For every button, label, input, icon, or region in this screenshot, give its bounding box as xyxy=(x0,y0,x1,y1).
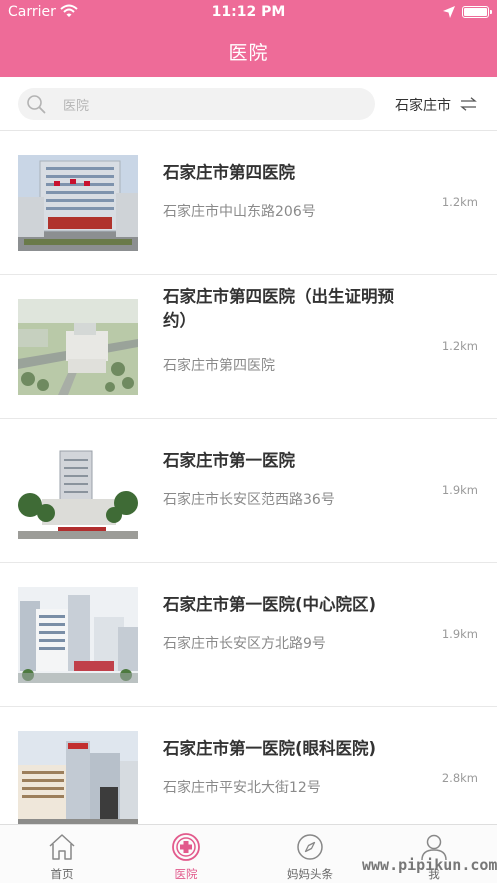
tab-hospital[interactable]: 医院 xyxy=(124,825,248,883)
hospital-name: 石家庄市第一医院(眼科医院) xyxy=(163,739,377,758)
hospital-row[interactable]: 石家庄市第四医院（出生证明预约） 石家庄市第四医院 1.2km xyxy=(0,275,497,419)
hospital-name: 石家庄市第一医院 xyxy=(163,451,295,470)
hospital-address: 石家庄市第四医院 xyxy=(163,358,275,374)
hospital-row[interactable]: 石家庄市第一医院 石家庄市长安区范西路36号 1.9km xyxy=(0,419,497,563)
watermark-text: www.pipikun.com xyxy=(362,856,497,874)
hospital-distance: 1.2km xyxy=(441,339,478,353)
hospital-distance: 2.8km xyxy=(441,771,478,785)
hospital-cross-icon xyxy=(172,833,200,861)
city-selector[interactable]: 石家庄市 xyxy=(395,95,451,115)
tab-label: 医院 xyxy=(174,867,198,881)
tab-mama-headlines[interactable]: 妈妈头条 xyxy=(248,825,372,883)
search-input[interactable]: 医院 xyxy=(18,88,375,120)
hospital-row[interactable]: 石家庄市第四医院 石家庄市中山东路206号 1.2km xyxy=(0,131,497,275)
tab-label: 首页 xyxy=(50,867,74,881)
swap-arrows-icon[interactable] xyxy=(460,97,477,111)
hospital-photo xyxy=(18,587,138,683)
hospital-photo xyxy=(18,155,138,251)
search-icon xyxy=(27,95,46,114)
tab-me[interactable]: 我 xyxy=(372,825,496,883)
hospital-address: 石家庄市长安区范西路36号 xyxy=(163,492,335,508)
status-bar: Carrier 11:12 PM xyxy=(0,0,497,26)
top-header: Carrier 11:12 PM 医院 xyxy=(0,0,497,77)
hospital-distance: 1.9km xyxy=(441,483,478,497)
hospital-photo xyxy=(18,731,138,827)
bottom-tab-bar: 首页 医院 妈妈头条 我 xyxy=(0,824,497,883)
location-arrow-icon xyxy=(443,6,455,18)
hospital-address: 石家庄市中山东路206号 xyxy=(163,204,316,220)
search-placeholder: 医院 xyxy=(63,99,90,114)
hospital-distance: 1.2km xyxy=(441,195,478,209)
hospital-photo xyxy=(18,299,138,395)
hospital-name: 石家庄市第一医院(中心院区) xyxy=(163,595,377,614)
battery-icon xyxy=(462,6,492,18)
hospital-photo xyxy=(18,443,138,539)
home-icon xyxy=(49,834,75,860)
hospital-row[interactable]: 石家庄市第一医院(中心院区) 石家庄市长安区方北路9号 1.9km xyxy=(0,563,497,707)
page-title: 医院 xyxy=(228,42,269,64)
search-bar: 医院 石家庄市 xyxy=(0,77,497,131)
tab-home[interactable]: 首页 xyxy=(0,825,124,883)
tab-label: 妈妈头条 xyxy=(287,867,333,881)
hospital-address: 石家庄市长安区方北路9号 xyxy=(163,636,326,652)
status-time: 11:12 PM xyxy=(211,4,286,20)
hospital-name: 石家庄市第四医院（出生证明预约） xyxy=(163,287,394,330)
hospital-address: 石家庄市平安北大街12号 xyxy=(163,780,321,796)
hospital-name: 石家庄市第四医院 xyxy=(163,163,295,182)
compass-icon xyxy=(297,834,323,860)
hospital-distance: 1.9km xyxy=(441,627,478,641)
